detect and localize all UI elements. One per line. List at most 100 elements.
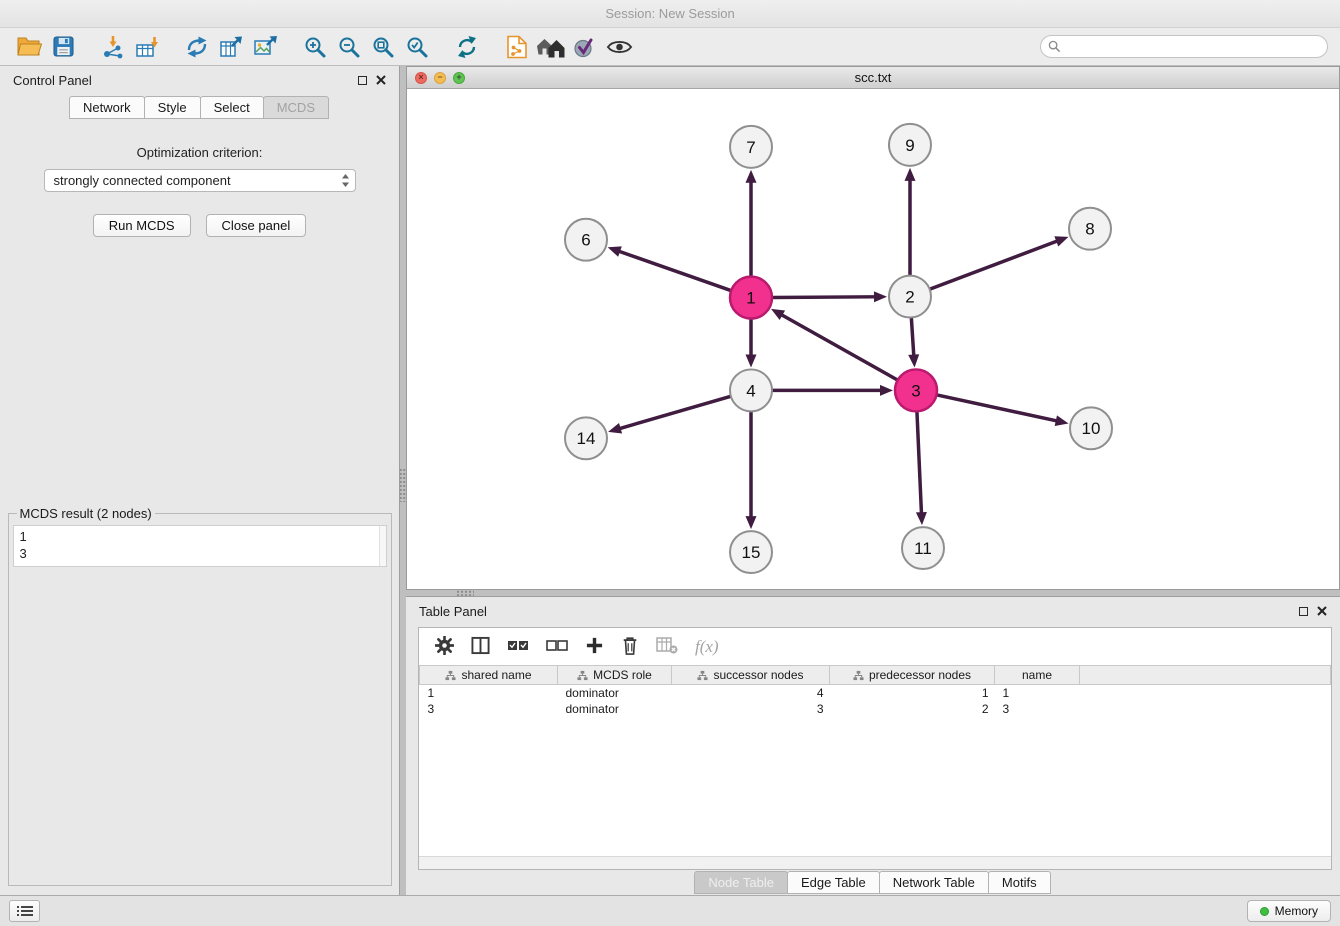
- delete-icon: [621, 635, 639, 656]
- graph-edge-3-11[interactable]: [917, 412, 921, 512]
- graph-node-9[interactable]: 9: [889, 124, 931, 166]
- graph-node-11[interactable]: 11: [902, 527, 944, 569]
- tab-motifs[interactable]: Motifs: [988, 871, 1051, 894]
- column-header-shared-name[interactable]: shared name: [420, 666, 558, 685]
- zoom-out-button[interactable]: [332, 32, 366, 62]
- export-table-button[interactable]: [214, 32, 248, 62]
- graph-node-7[interactable]: 7: [730, 126, 772, 168]
- show-hide-button[interactable]: [602, 32, 636, 62]
- graph-edge-arrowhead: [880, 385, 893, 396]
- column-header-name[interactable]: name: [995, 666, 1080, 685]
- apply-style-button[interactable]: [568, 32, 602, 62]
- graph-edge-3-1[interactable]: [782, 315, 896, 379]
- graph-node-3[interactable]: 3: [895, 369, 937, 411]
- close-panel-icon[interactable]: [1317, 606, 1327, 616]
- column-header-mcds-role[interactable]: MCDS role: [558, 666, 672, 685]
- graph-edge-1-6[interactable]: [620, 252, 730, 291]
- search-input[interactable]: [1040, 35, 1328, 58]
- cell-successor-nodes[interactable]: 4: [672, 685, 830, 701]
- tab-style[interactable]: Style: [144, 96, 201, 119]
- select-all-button[interactable]: [507, 638, 529, 656]
- close-window-icon[interactable]: ×: [415, 72, 427, 84]
- cell-name[interactable]: 1: [995, 685, 1080, 701]
- graph-edge-arrowhead: [746, 354, 757, 367]
- mcds-panel-body: Optimization criterion: strongly connect…: [0, 119, 399, 895]
- run-mcds-button[interactable]: Run MCDS: [93, 214, 191, 237]
- function-builder-button[interactable]: f(x): [695, 637, 719, 657]
- zoom-fit-button[interactable]: [366, 32, 400, 62]
- tab-mcds[interactable]: MCDS: [263, 96, 329, 119]
- tab-select[interactable]: Select: [200, 96, 264, 119]
- minimize-window-icon[interactable]: −: [434, 72, 446, 84]
- network-arrows-button[interactable]: [180, 32, 214, 62]
- cell-successor-nodes[interactable]: 3: [672, 701, 830, 717]
- zoom-selected-button[interactable]: [400, 32, 434, 62]
- graph-node-14[interactable]: 14: [565, 417, 607, 459]
- network-window-titlebar: scc.txt × − +: [407, 67, 1339, 89]
- zoom-in-button[interactable]: [298, 32, 332, 62]
- cell-mcds-role[interactable]: dominator: [558, 685, 672, 701]
- column-header-predecessor-nodes[interactable]: predecessor nodes: [830, 666, 995, 685]
- vertical-splitter[interactable]: [399, 468, 406, 502]
- home-button[interactable]: [534, 32, 568, 62]
- unselect-all-button[interactable]: [546, 638, 568, 656]
- main-area: Control Panel Network Style Select MCDS …: [0, 66, 1340, 895]
- table-horizontal-scrollbar[interactable]: [419, 856, 1331, 869]
- cell-shared-name[interactable]: 1: [420, 685, 558, 701]
- graph-node-2[interactable]: 2: [889, 276, 931, 318]
- horizontal-splitter-grip[interactable]: [456, 590, 474, 596]
- tab-network-table[interactable]: Network Table: [879, 871, 989, 894]
- add-column-button[interactable]: [585, 636, 604, 658]
- cell-predecessor-nodes[interactable]: 2: [830, 701, 995, 717]
- cell-predecessor-nodes[interactable]: 1: [830, 685, 995, 701]
- graph-node-1[interactable]: 1: [730, 277, 772, 319]
- graph-node-4[interactable]: 4: [730, 369, 772, 411]
- float-panel-icon[interactable]: [358, 76, 367, 85]
- network-file-button[interactable]: [500, 32, 534, 62]
- tab-edge-table[interactable]: Edge Table: [787, 871, 880, 894]
- graph-node-8[interactable]: 8: [1069, 208, 1111, 250]
- column-header-successor-nodes[interactable]: successor nodes: [672, 666, 830, 685]
- status-bar: Memory: [0, 895, 1340, 926]
- close-panel-button[interactable]: Close panel: [206, 214, 307, 237]
- delete-column-button[interactable]: [621, 635, 639, 659]
- memory-button[interactable]: Memory: [1247, 900, 1331, 922]
- mcds-result-title: MCDS result (2 nodes): [17, 506, 155, 521]
- graph-node-15[interactable]: 15: [730, 531, 772, 573]
- tab-network[interactable]: Network: [69, 96, 145, 119]
- graph-edge-1-2[interactable]: [773, 297, 874, 298]
- show-columns-button[interactable]: [471, 636, 490, 658]
- export-image-button[interactable]: [248, 32, 282, 62]
- optimization-criterion-select[interactable]: strongly connected component: [44, 169, 356, 192]
- graph-edge-2-8[interactable]: [931, 241, 1057, 288]
- graph-edge-2-3[interactable]: [911, 318, 913, 354]
- task-history-button[interactable]: [9, 900, 40, 922]
- cell-mcds-role[interactable]: dominator: [558, 701, 672, 717]
- graph-node-6[interactable]: 6: [565, 219, 607, 261]
- zoom-window-icon[interactable]: +: [453, 72, 465, 84]
- graph-node-10[interactable]: 10: [1070, 407, 1112, 449]
- network-view-window: scc.txt × − + 7 9 6 8 1 2 4 3 14 10 15 11: [406, 66, 1340, 590]
- result-scrollbar[interactable]: [379, 526, 386, 566]
- import-network-button[interactable]: [96, 32, 130, 62]
- cell-name[interactable]: 3: [995, 701, 1080, 717]
- table-settings-button[interactable]: [435, 636, 454, 658]
- refresh-button[interactable]: [450, 32, 484, 62]
- open-session-button[interactable]: [12, 32, 46, 62]
- cell-shared-name[interactable]: 3: [420, 701, 558, 717]
- save-session-button[interactable]: [46, 32, 80, 62]
- table-settings-icon: [435, 636, 454, 655]
- network-graph[interactable]: 7 9 6 8 1 2 4 3 14 10 15 11: [407, 89, 1339, 589]
- close-panel-icon[interactable]: [376, 75, 386, 85]
- graph-edge-3-10[interactable]: [937, 395, 1055, 421]
- graph-edge-4-14[interactable]: [621, 397, 730, 429]
- chevron-up-down-icon: [341, 173, 350, 188]
- import-table-button[interactable]: [130, 32, 164, 62]
- float-panel-icon[interactable]: [1299, 607, 1308, 616]
- delete-table-button[interactable]: [656, 636, 678, 657]
- svg-text:1: 1: [746, 289, 755, 308]
- application-window: Session: New Session: [0, 0, 1340, 926]
- tab-node-table[interactable]: Node Table: [694, 871, 788, 894]
- mcds-result-area[interactable]: 1 3: [13, 525, 387, 567]
- network-canvas[interactable]: 7 9 6 8 1 2 4 3 14 10 15 11: [407, 89, 1339, 589]
